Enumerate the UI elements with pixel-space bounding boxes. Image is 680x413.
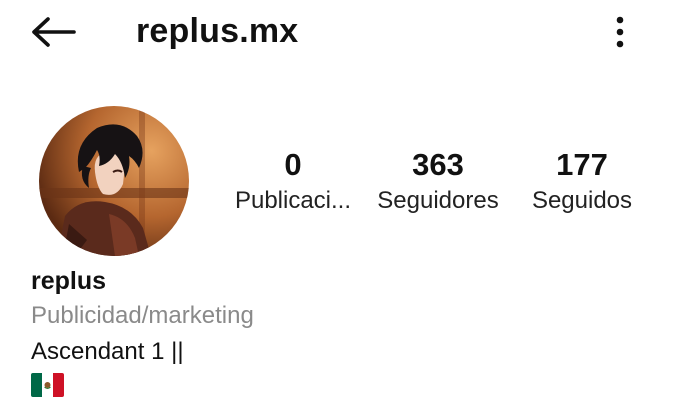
stat-following[interactable]: 177 Seguidos	[520, 145, 644, 217]
posts-count: 0	[284, 147, 302, 182]
avatar-illustration	[39, 106, 189, 256]
profile-username-title: replus.mx	[136, 12, 299, 50]
following-count: 177	[556, 147, 608, 182]
stat-posts[interactable]: 0 Publicaci...	[228, 145, 358, 217]
profile-avatar[interactable]	[39, 106, 189, 256]
top-bar: replus.mx	[0, 0, 680, 64]
arrow-left-icon	[32, 17, 76, 47]
following-label: Seguidos	[531, 187, 633, 214]
posts-label: Publicaci...	[234, 187, 352, 214]
followers-label: Seguidores	[377, 187, 499, 214]
profile-bio: replus Publicidad/marketing Ascendant 1 …	[31, 264, 631, 397]
profile-name: replus	[31, 267, 107, 295]
mexico-flag-icon	[31, 373, 64, 397]
bio-line: Ascendant 1 ||	[31, 338, 184, 365]
stat-followers[interactable]: 363 Seguidores	[370, 145, 506, 217]
followers-count: 363	[412, 147, 464, 182]
profile-category: Publicidad/marketing	[31, 302, 254, 329]
back-button[interactable]	[26, 10, 80, 54]
more-vertical-icon	[616, 16, 624, 48]
more-options-button[interactable]	[604, 10, 636, 54]
